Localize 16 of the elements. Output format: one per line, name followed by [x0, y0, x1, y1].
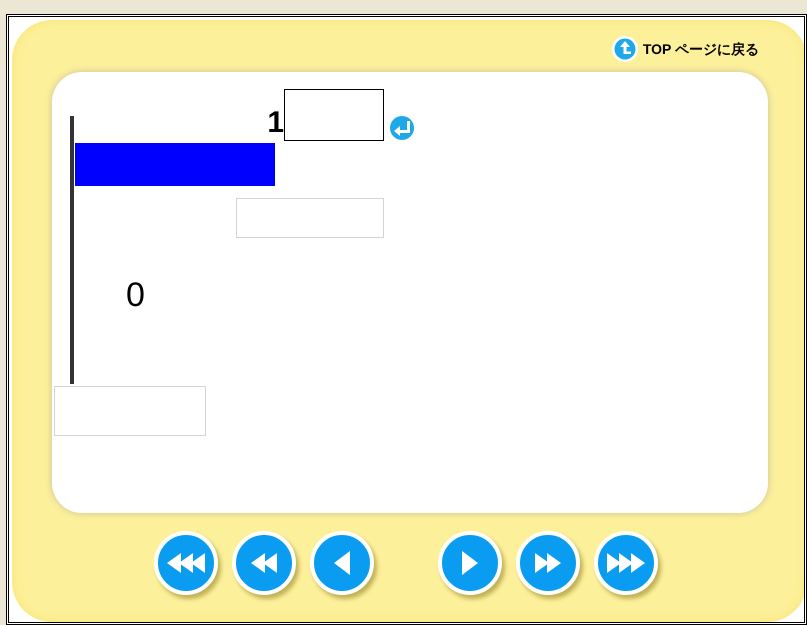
- rewind-icon: [251, 553, 277, 573]
- play-button[interactable]: [438, 531, 502, 595]
- axis-label: 0: [126, 278, 145, 312]
- skip-back-icon: [167, 553, 205, 573]
- skip-forward-button[interactable]: [594, 531, 658, 595]
- rewind-button[interactable]: [232, 531, 296, 595]
- fast-forward-button[interactable]: [516, 531, 580, 595]
- play-icon: [462, 551, 478, 575]
- answer-field[interactable]: [284, 89, 384, 141]
- back-button[interactable]: [310, 531, 374, 595]
- back-icon: [334, 551, 350, 575]
- top-page-link[interactable]: TOP ページに戻る: [610, 35, 759, 63]
- axis-label: 1: [266, 108, 284, 138]
- skip-forward-icon: [607, 553, 645, 573]
- skip-back-button[interactable]: [154, 531, 218, 595]
- fast-forward-icon: [535, 553, 561, 573]
